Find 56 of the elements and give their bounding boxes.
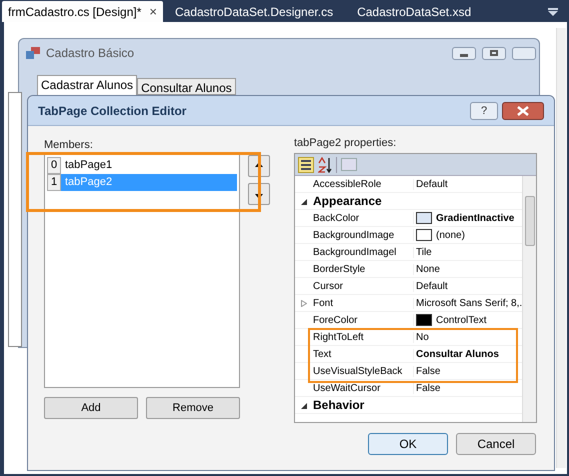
- collapse-icon[interactable]: [301, 198, 307, 204]
- help-button[interactable]: ?: [470, 102, 498, 120]
- property-name: BackColor: [313, 212, 360, 224]
- minimize-icon[interactable]: [452, 46, 476, 60]
- add-button[interactable]: Add: [44, 397, 138, 419]
- properties-label: tabPage2 properties:: [294, 136, 398, 151]
- categorized-icon[interactable]: [298, 156, 314, 172]
- form-tab[interactable]: Consultar Alunos: [137, 78, 236, 95]
- category-label: Appearance: [313, 193, 382, 210]
- property-value[interactable]: No: [416, 332, 429, 342]
- form-icon: [26, 47, 40, 59]
- property-name: RightToLeft: [313, 332, 365, 342]
- members-label: Members:: [44, 138, 94, 153]
- close-button[interactable]: [502, 102, 544, 120]
- category-label: Behavior: [313, 397, 364, 414]
- form-title: Cadastro Básico: [46, 45, 136, 62]
- property-value[interactable]: (none): [436, 230, 465, 240]
- property-value[interactable]: Microsoft Sans Serif; 8,.: [416, 298, 522, 308]
- property-name: BackgroundImage: [313, 230, 396, 240]
- scrollbar[interactable]: [556, 28, 566, 468]
- document-tab[interactable]: CadastroDataSet.xsd: [345, 1, 484, 22]
- property-value[interactable]: Default: [416, 280, 448, 292]
- dropdown-icon[interactable]: [548, 8, 558, 16]
- maximize-icon[interactable]: [482, 46, 506, 60]
- document-tab[interactable]: CadastroDataSet.Designer.cs: [162, 1, 346, 22]
- form-tab[interactable]: Cadastrar Alunos: [37, 75, 138, 95]
- dialog-title: TabPage Collection Editor: [38, 102, 188, 120]
- property-value[interactable]: Consultar Alunos: [416, 348, 499, 360]
- property-value[interactable]: ControlText: [436, 314, 487, 326]
- property-name: Cursor: [313, 280, 344, 292]
- expand-icon[interactable]: [301, 300, 307, 306]
- property-name: UseVisualStyleBack: [313, 366, 404, 376]
- remove-button[interactable]: Remove: [146, 397, 240, 419]
- property-name: BorderStyle: [313, 264, 366, 274]
- scrollbar[interactable]: [522, 176, 536, 422]
- property-name: AccessibleRole: [313, 178, 382, 190]
- index-cell: 1: [47, 174, 61, 191]
- property-value[interactable]: GradientInactive: [436, 212, 514, 224]
- property-value[interactable]: Tile: [416, 246, 432, 258]
- property-value[interactable]: False: [416, 366, 440, 376]
- property-value[interactable]: False: [416, 382, 440, 394]
- member-item[interactable]: tabPage1: [61, 157, 237, 174]
- sort-icon[interactable]: [318, 156, 332, 172]
- property-name: Text: [313, 348, 332, 360]
- property-name: Font: [313, 298, 334, 308]
- document-tab[interactable]: frmCadastro.cs [Design]* ×: [2, 1, 163, 22]
- index-cell: 0: [47, 157, 61, 174]
- ok-button[interactable]: OK: [368, 433, 448, 455]
- cancel-button[interactable]: Cancel: [456, 433, 536, 455]
- property-value[interactable]: None: [416, 264, 440, 274]
- property-name: UseWaitCursor: [313, 382, 382, 394]
- property-name: BackgroundImagel: [313, 246, 398, 258]
- property-name: ForeColor: [313, 314, 358, 326]
- collapse-icon[interactable]: [301, 402, 307, 408]
- property-value[interactable]: Default: [416, 178, 448, 190]
- close-icon[interactable]: ×: [149, 2, 157, 22]
